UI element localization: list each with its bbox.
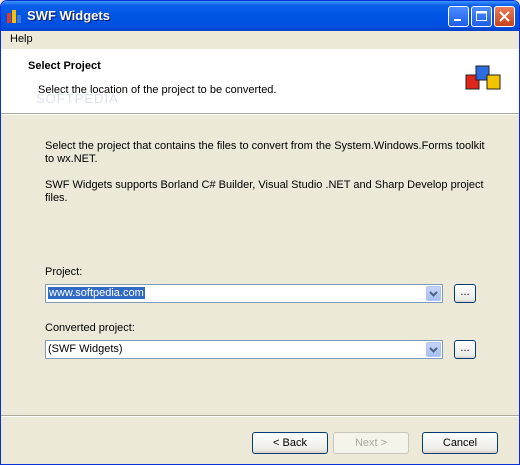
chevron-down-icon <box>429 347 438 353</box>
page-description: Select the location of the project to be… <box>38 84 277 96</box>
maximize-button[interactable] <box>471 6 492 27</box>
project-browse-button[interactable]: ... <box>454 284 476 303</box>
minimize-icon <box>454 19 461 21</box>
project-dropdown-button[interactable] <box>426 286 441 301</box>
converted-project-dropdown-button[interactable] <box>426 342 441 357</box>
converted-project-value[interactable]: (SWF Widgets) <box>48 343 123 355</box>
window-title: SWF Widgets <box>27 8 110 23</box>
converted-project-combobox[interactable]: (SWF Widgets) <box>45 340 443 359</box>
menu-help[interactable]: Help <box>10 33 33 45</box>
project-combobox[interactable]: www.softpedia.com <box>45 284 443 303</box>
converted-project-label: Converted project: <box>45 322 135 334</box>
maximize-icon <box>476 11 487 21</box>
wizard-logo-icon <box>465 65 501 90</box>
menu-bar: Help <box>1 31 519 49</box>
footer-divider-highlight <box>1 416 519 417</box>
app-icon <box>7 10 21 23</box>
project-label: Project: <box>45 266 83 278</box>
next-button[interactable]: Next > <box>333 432 409 454</box>
cancel-button[interactable]: Cancel <box>422 432 498 454</box>
chevron-down-icon <box>429 291 438 297</box>
header-divider <box>1 114 519 115</box>
close-button[interactable] <box>494 6 515 27</box>
converted-project-browse-button[interactable]: ... <box>454 340 476 359</box>
intro-text: Select the project that contains the fil… <box>45 140 485 165</box>
project-value[interactable]: www.softpedia.com <box>48 287 145 299</box>
supports-text: SWF Widgets supports Borland C# Builder,… <box>45 179 484 204</box>
minimize-button[interactable] <box>448 6 469 27</box>
close-icon <box>499 11 510 22</box>
wizard-window: SWF Widgets Help SOFTPEDIA Select Projec… <box>0 0 520 465</box>
wizard-header: SOFTPEDIA Select Project Select the loca… <box>1 49 519 114</box>
page-title: Select Project <box>28 60 101 72</box>
back-button[interactable]: < Back <box>252 432 328 454</box>
title-bar[interactable]: SWF Widgets <box>1 1 519 31</box>
